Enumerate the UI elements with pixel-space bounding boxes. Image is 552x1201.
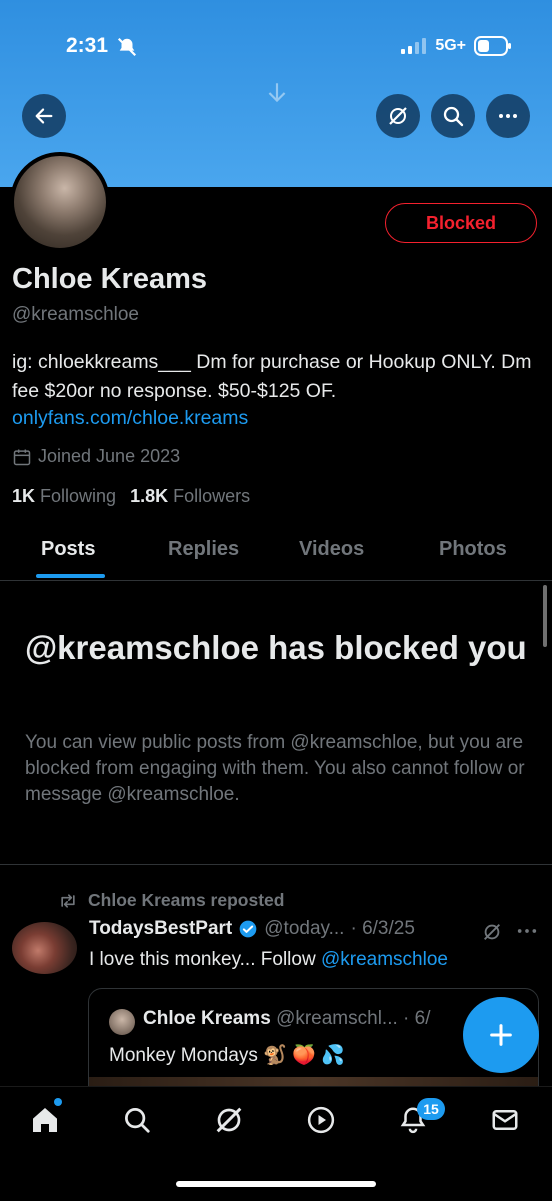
- search-button[interactable]: [431, 94, 475, 138]
- status-time: 2:31: [66, 34, 109, 57]
- home-icon: [33, 1108, 57, 1132]
- profile-handle: @kreamschloe: [12, 304, 139, 325]
- more-button[interactable]: [486, 94, 530, 138]
- post-text: I love this monkey... Follow @kreamschlo…: [89, 949, 448, 971]
- nav-home[interactable]: [28, 1103, 62, 1137]
- nav-search[interactable]: [120, 1103, 154, 1137]
- joined-label: Joined June 2023: [38, 446, 181, 466]
- post-author-avatar[interactable]: [12, 922, 77, 974]
- profile-bio: ig: chloekkreams___ Dm for purchase or H…: [12, 351, 532, 402]
- post-mention[interactable]: @kreamschloe: [321, 949, 448, 970]
- silent-bell-icon: [117, 37, 137, 57]
- followers-count: 1.8K: [130, 486, 169, 506]
- repost-label: Chloe Kreams reposted: [88, 890, 285, 910]
- verified-badge-icon: [239, 920, 257, 938]
- followers-label: Followers: [173, 486, 251, 506]
- grok-icon: [389, 107, 407, 125]
- profile-link[interactable]: onlyfans.com/chloe.kreams: [12, 407, 248, 430]
- follow-stats: 1K Following 1.8K Followers: [12, 486, 250, 507]
- tab-posts[interactable]: Posts: [41, 538, 95, 561]
- post-more-icon[interactable]: [516, 924, 538, 938]
- quote-author-handle: @kreamschl... · 6/: [276, 1008, 431, 1029]
- status-right: 5G+: [401, 36, 512, 56]
- post-author-name[interactable]: TodaysBestPart: [89, 918, 232, 940]
- active-tab-indicator: [36, 574, 105, 578]
- profile-tabs: Posts Replies Videos Photos: [0, 522, 552, 581]
- mail-icon: [492, 1110, 518, 1130]
- plus-icon: [490, 1024, 512, 1046]
- profile-avatar[interactable]: [10, 152, 110, 252]
- post-grok-icon[interactable]: [481, 921, 503, 943]
- nav-grok[interactable]: [212, 1103, 246, 1137]
- tab-videos[interactable]: Videos: [299, 538, 364, 561]
- profile-name: Chloe Kreams: [12, 263, 208, 295]
- calendar-icon: [13, 449, 31, 465]
- home-unread-dot: [54, 1098, 62, 1106]
- nav-messages[interactable]: [488, 1103, 522, 1137]
- notification-badge: 15: [417, 1098, 445, 1120]
- following-count: 1K: [12, 486, 36, 506]
- repost-icon: [61, 893, 75, 908]
- quote-author-avatar: [109, 1009, 135, 1035]
- grok-button[interactable]: [376, 94, 420, 138]
- signal-icon: [401, 38, 427, 54]
- home-indicator: [176, 1181, 376, 1187]
- following-link[interactable]: 1K Following: [12, 486, 116, 507]
- quote-author-name: Chloe Kreams: [143, 1008, 271, 1029]
- back-arrow-icon: [35, 108, 53, 124]
- back-button[interactable]: [22, 94, 66, 138]
- quote-header: Chloe Kreams @kreamschl... · 6/: [143, 1008, 431, 1030]
- compose-button[interactable]: [463, 997, 539, 1073]
- nav-grok-icon: [216, 1107, 242, 1133]
- nav-search-icon: [125, 1108, 150, 1133]
- tab-photos[interactable]: Photos: [439, 538, 507, 561]
- joined-date: Joined June 2023: [12, 446, 180, 467]
- pull-refresh-arrow-icon: [268, 83, 286, 103]
- nav-video[interactable]: [304, 1103, 338, 1137]
- network-label: 5G+: [435, 37, 466, 54]
- scrollbar[interactable]: [543, 585, 547, 647]
- post-author-handle: @today...: [264, 918, 345, 939]
- search-icon: [443, 106, 464, 127]
- repost-indicator: Chloe Kreams reposted: [58, 890, 284, 911]
- followers-link[interactable]: 1.8K Followers: [130, 486, 250, 507]
- following-label: Following: [40, 486, 117, 506]
- quote-text: Monkey Mondays 🐒 🍑 💦: [109, 1045, 345, 1066]
- play-circle-icon: [307, 1106, 335, 1134]
- blocked-button[interactable]: Blocked: [385, 203, 537, 243]
- battery-icon: [474, 36, 511, 56]
- divider: [0, 864, 552, 865]
- more-dots-icon: [499, 114, 517, 118]
- post-header: TodaysBestPart @today... · 6/3/25: [89, 918, 415, 940]
- tab-replies[interactable]: Replies: [168, 538, 239, 561]
- post-date: · 6/3/25: [350, 918, 415, 939]
- blocked-title: @kreamschloe has blocked you: [25, 629, 527, 666]
- blocked-description: You can view public posts from @kreamsch…: [25, 732, 525, 805]
- post-body: I love this monkey... Follow: [89, 949, 321, 970]
